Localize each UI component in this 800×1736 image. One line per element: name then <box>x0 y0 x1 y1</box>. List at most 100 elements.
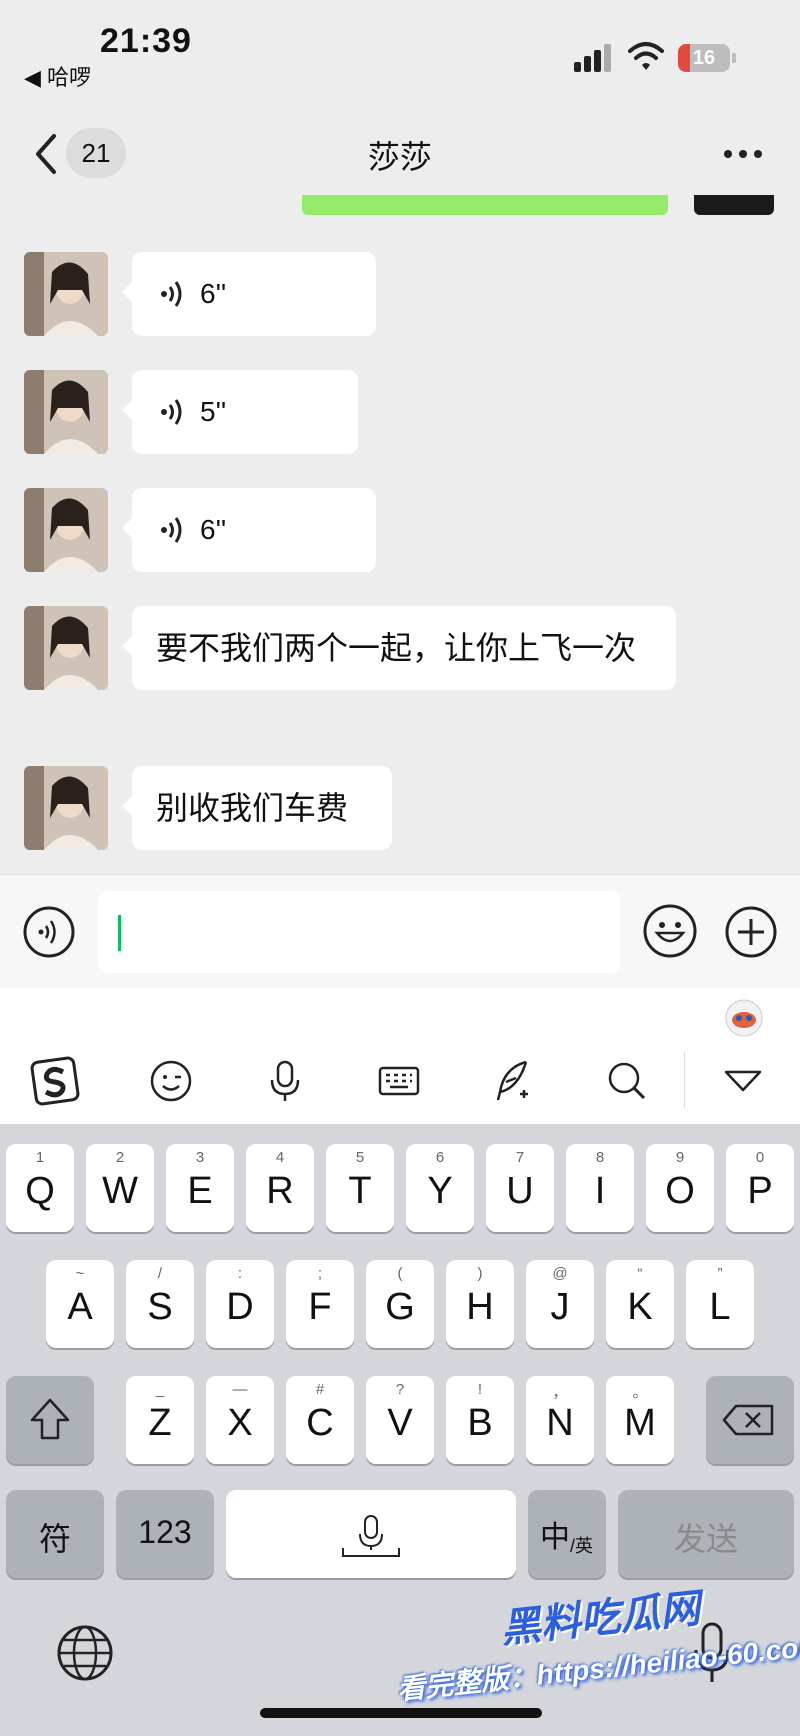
key-s[interactable]: / S <box>126 1260 194 1348</box>
key-letter: W <box>102 1170 138 1212</box>
microphone-icon[interactable] <box>260 1056 310 1106</box>
status-bar: 21:39 ◀ 哈啰 16 <box>0 0 800 100</box>
key-i[interactable]: 8I <box>566 1144 634 1232</box>
avatar[interactable] <box>24 488 108 572</box>
emoji-icon[interactable] <box>642 903 698 959</box>
language-key-label: 中 <box>540 1521 570 1554</box>
key-hint: / <box>157 1265 163 1282</box>
key-letter: P <box>747 1170 773 1212</box>
numbers-key[interactable]: 123 <box>116 1490 214 1578</box>
key-z[interactable]: _ Z <box>126 1376 194 1464</box>
globe-icon[interactable] <box>56 1624 114 1682</box>
key-w[interactable]: 2W <box>86 1144 154 1232</box>
key-letter: M <box>624 1402 656 1444</box>
key-e[interactable]: 3E <box>166 1144 234 1232</box>
avatar[interactable] <box>24 766 108 850</box>
key-hint: ) <box>477 1265 483 1282</box>
key-letter: N <box>546 1402 574 1444</box>
message-input[interactable] <box>98 891 620 973</box>
key-letter: A <box>67 1286 93 1328</box>
key-f[interactable]: ; F <box>286 1260 354 1348</box>
key-hint: 3 <box>195 1149 205 1166</box>
search-icon[interactable] <box>602 1056 652 1106</box>
avatar[interactable] <box>24 252 108 336</box>
sogou-logo-icon[interactable] <box>30 1056 80 1106</box>
voice-duration: 5'' <box>200 396 227 427</box>
key-hint: @ <box>552 1265 568 1282</box>
key-hint: 6 <box>435 1149 445 1166</box>
key-letter: O <box>665 1170 695 1212</box>
key-c[interactable]: # C <box>286 1376 354 1464</box>
space-mic-icon <box>342 1515 400 1557</box>
key-hint: 4 <box>275 1149 285 1166</box>
key-letter: Y <box>427 1170 453 1212</box>
key-r[interactable]: 4R <box>246 1144 314 1232</box>
key-m[interactable]: 。 M <box>606 1376 674 1464</box>
voice-message-bubble[interactable]: 5'' <box>122 370 358 454</box>
key-letter: X <box>227 1402 253 1444</box>
text-caret <box>118 915 121 951</box>
chat-nav-bar: 21 莎莎 <box>0 110 800 200</box>
keyboard-icon[interactable] <box>374 1056 424 1106</box>
battery-level: 16 <box>692 47 716 69</box>
key-p[interactable]: 0P <box>726 1144 794 1232</box>
space-key[interactable] <box>226 1490 516 1578</box>
shift-key[interactable] <box>6 1376 94 1464</box>
chat-title: 莎莎 <box>367 139 432 175</box>
voice-wave-icon <box>161 517 182 543</box>
collapse-keyboard-icon[interactable] <box>718 1056 768 1106</box>
voice-message-bubble[interactable]: 6'' <box>122 488 376 572</box>
key-q[interactable]: 1Q <box>6 1144 74 1232</box>
handwriting-quill-icon[interactable] <box>488 1056 538 1106</box>
symbols-key-label: 符 <box>38 1521 71 1557</box>
text-message-bubble[interactable]: 要不我们两个一起，让你上飞一次 <box>122 606 676 690</box>
voice-duration: 6'' <box>200 278 227 309</box>
key-b[interactable]: ! B <box>446 1376 514 1464</box>
key-l[interactable]: ” L <box>686 1260 754 1348</box>
send-key[interactable]: 发送 <box>618 1490 794 1578</box>
key-v[interactable]: ? V <box>366 1376 434 1464</box>
cellular-signal-icon <box>574 44 614 72</box>
voice-wave-icon <box>161 281 182 307</box>
key-h[interactable]: ) H <box>446 1260 514 1348</box>
message-text: 别收我们车费 <box>156 790 349 826</box>
key-t[interactable]: 5T <box>326 1144 394 1232</box>
key-hint: _ <box>155 1381 165 1398</box>
key-hint: 1 <box>35 1149 45 1166</box>
voice-wave-icon <box>161 399 182 425</box>
ime-mascot-icon[interactable] <box>722 994 766 1038</box>
key-hint: 7 <box>515 1149 525 1166</box>
key-o[interactable]: 9O <box>646 1144 714 1232</box>
voice-message-bubble[interactable]: 6'' <box>122 252 376 336</box>
send-key-label: 发送 <box>673 1521 738 1557</box>
avatar[interactable] <box>24 370 108 454</box>
key-y[interactable]: 6Y <box>406 1144 474 1232</box>
message-text: 要不我们两个一起，让你上飞一次 <box>156 630 637 666</box>
emoticon-icon[interactable] <box>146 1056 196 1106</box>
back-to-app-link[interactable]: ◀ 哈啰 <box>24 60 91 92</box>
backspace-key[interactable] <box>706 1376 794 1464</box>
text-message-bubble[interactable]: 别收我们车费 <box>122 766 392 850</box>
key-j[interactable]: @ J <box>526 1260 594 1348</box>
language-switch-key[interactable]: 中 /英 <box>528 1490 606 1578</box>
key-letter: H <box>466 1286 494 1328</box>
avatar[interactable] <box>24 606 108 690</box>
home-indicator[interactable] <box>260 1708 542 1718</box>
plus-icon[interactable] <box>724 905 778 959</box>
key-letter: R <box>266 1170 294 1212</box>
key-letter: U <box>506 1170 534 1212</box>
voice-input-toggle-icon[interactable] <box>22 905 76 959</box>
symbols-key[interactable]: 符 <box>6 1490 104 1578</box>
key-k[interactable]: “K <box>606 1260 674 1348</box>
key-d[interactable]: :D <box>206 1260 274 1348</box>
key-x[interactable]: — X <box>206 1376 274 1464</box>
key-n[interactable]: ， N <box>526 1376 594 1464</box>
key-hint: ” <box>717 1265 723 1282</box>
key-hint: ; <box>317 1265 323 1282</box>
key-u[interactable]: 7U <box>486 1144 554 1232</box>
key-g[interactable]: (G <box>366 1260 434 1348</box>
more-options-icon[interactable] <box>722 140 764 166</box>
key-letter: G <box>385 1286 415 1328</box>
key-a[interactable]: ~ A <box>46 1260 114 1348</box>
key-hint: — <box>232 1381 248 1398</box>
